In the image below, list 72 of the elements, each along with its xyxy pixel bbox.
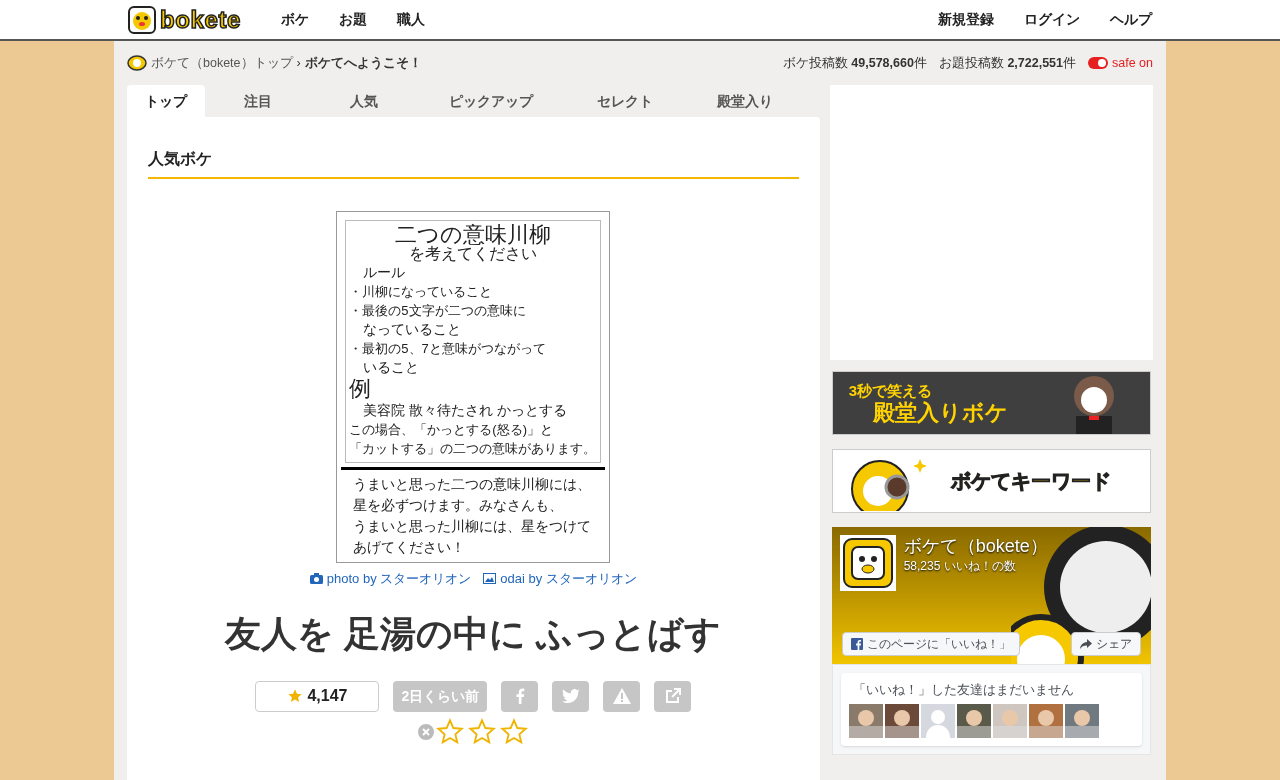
external-link-button[interactable] xyxy=(654,680,692,712)
facebook-icon xyxy=(514,688,525,704)
breadcrumb-link[interactable]: ボケて（bokete）トップ xyxy=(151,53,293,73)
banner-text: 3秒で笑える xyxy=(848,382,933,398)
share-arrow-icon xyxy=(1080,639,1092,649)
friends-like-text: 「いいね！」した友達はまだいません xyxy=(851,682,1075,699)
bird-icon xyxy=(561,689,580,703)
warning-icon xyxy=(612,688,631,704)
post-count: ボケ投稿数 49,578,660件 xyxy=(782,54,927,72)
post-count: お題投稿数 2,722,551件 xyxy=(938,54,1076,72)
keyword-banner[interactable]: ボケてキーワード xyxy=(831,449,1151,513)
odai-text: うまいと思った二つの意味川柳には、 xyxy=(353,476,593,494)
odai-text: を考えてください xyxy=(408,245,539,263)
avatar-placeholder-icon xyxy=(920,703,955,738)
like-page-button[interactable]: このページに「いいね！」 xyxy=(841,632,1020,656)
odai-text: ・川柳になっていること xyxy=(349,283,494,301)
image-icon xyxy=(483,573,497,585)
odai-text: 星を必ずつけます。みなさんも、 xyxy=(353,497,565,515)
hall-of-fame-banner[interactable]: 3秒で笑える 殿堂入りボケ xyxy=(831,371,1151,435)
odai-text: いること xyxy=(362,358,421,377)
boke-text: 友人を 足湯の中に ふっとばす xyxy=(225,611,722,656)
nav-link[interactable]: ログイン xyxy=(1024,9,1080,30)
odai-text: 美容院 散々待たされ かっとする xyxy=(362,401,569,420)
tab[interactable]: 注目 xyxy=(219,85,297,117)
odai-text: ルール xyxy=(362,263,407,282)
report-button[interactable] xyxy=(603,680,641,712)
nav-link[interactable]: お題 xyxy=(338,9,367,30)
logo-icon[interactable] xyxy=(128,5,156,34)
tab[interactable]: 殿堂入り xyxy=(699,85,791,117)
odai-text: なっていること xyxy=(362,320,463,339)
star-count-button[interactable]: 4,147 xyxy=(255,680,380,712)
odai-text: あげてください！ xyxy=(353,539,467,557)
odai-text: ・最初の5、7と意味がつながって xyxy=(349,340,547,358)
star-rating[interactable] xyxy=(436,717,529,746)
facebook-icon xyxy=(850,638,863,650)
facebook-share-button[interactable] xyxy=(501,680,539,712)
section-title: 人気ボケ xyxy=(148,149,213,169)
tab[interactable]: 人気 xyxy=(325,85,403,117)
breadcrumb-current: ボケてへようこそ！ xyxy=(304,54,422,72)
odai-text: 二つの意味川柳 xyxy=(394,225,553,244)
credit-link[interactable]: odai by スターオリオン xyxy=(483,569,637,589)
tab[interactable]: セレクト xyxy=(579,85,671,117)
tab[interactable]: トップ xyxy=(127,85,205,117)
share-button[interactable]: シェア xyxy=(1071,632,1141,656)
star-icon xyxy=(287,688,304,704)
nav-link[interactable]: ボケ xyxy=(280,9,309,30)
star-icon[interactable] xyxy=(500,717,529,746)
odai-text: 「カットする」の二つの意味があります。 xyxy=(349,440,598,458)
odai-text: うまいと思った川柳には、星をつけて xyxy=(353,518,593,536)
nav-link[interactable]: 新規登録 xyxy=(938,9,994,30)
odai-text: ・最後の5文字が二つの意味に xyxy=(349,302,527,320)
odai-text: 例 xyxy=(349,377,373,401)
banner-text: ボケてキーワード xyxy=(950,469,1111,494)
safe-toggle[interactable]: safe on xyxy=(1088,53,1153,73)
star-icon[interactable] xyxy=(436,717,465,746)
breadcrumb-separator: › xyxy=(296,54,301,72)
credit-link[interactable]: photo by スターオリオン xyxy=(309,569,472,589)
camera-icon xyxy=(309,573,323,585)
tab[interactable]: ピックアップ xyxy=(431,85,551,117)
like-count: 58,235 いいね！の数 xyxy=(903,558,1017,575)
odai-text: この場合、「かっとする(怒る)」と xyxy=(349,421,554,439)
banner-text: 殿堂入りボケ xyxy=(871,401,1008,424)
page-avatar-icon[interactable] xyxy=(839,535,896,591)
logo-icon[interactable] xyxy=(127,55,147,71)
clear-rating-icon[interactable] xyxy=(418,723,435,740)
twitter-share-button[interactable] xyxy=(552,680,590,712)
nav-link[interactable]: 職人 xyxy=(396,9,425,30)
external-link-icon xyxy=(664,688,681,704)
page-name-link[interactable]: ボケて（bokete） xyxy=(903,535,1048,557)
star-icon[interactable] xyxy=(468,717,497,746)
nav-link[interactable]: ヘルプ xyxy=(1110,9,1152,30)
logo-text[interactable]: bokete xyxy=(160,1,241,38)
